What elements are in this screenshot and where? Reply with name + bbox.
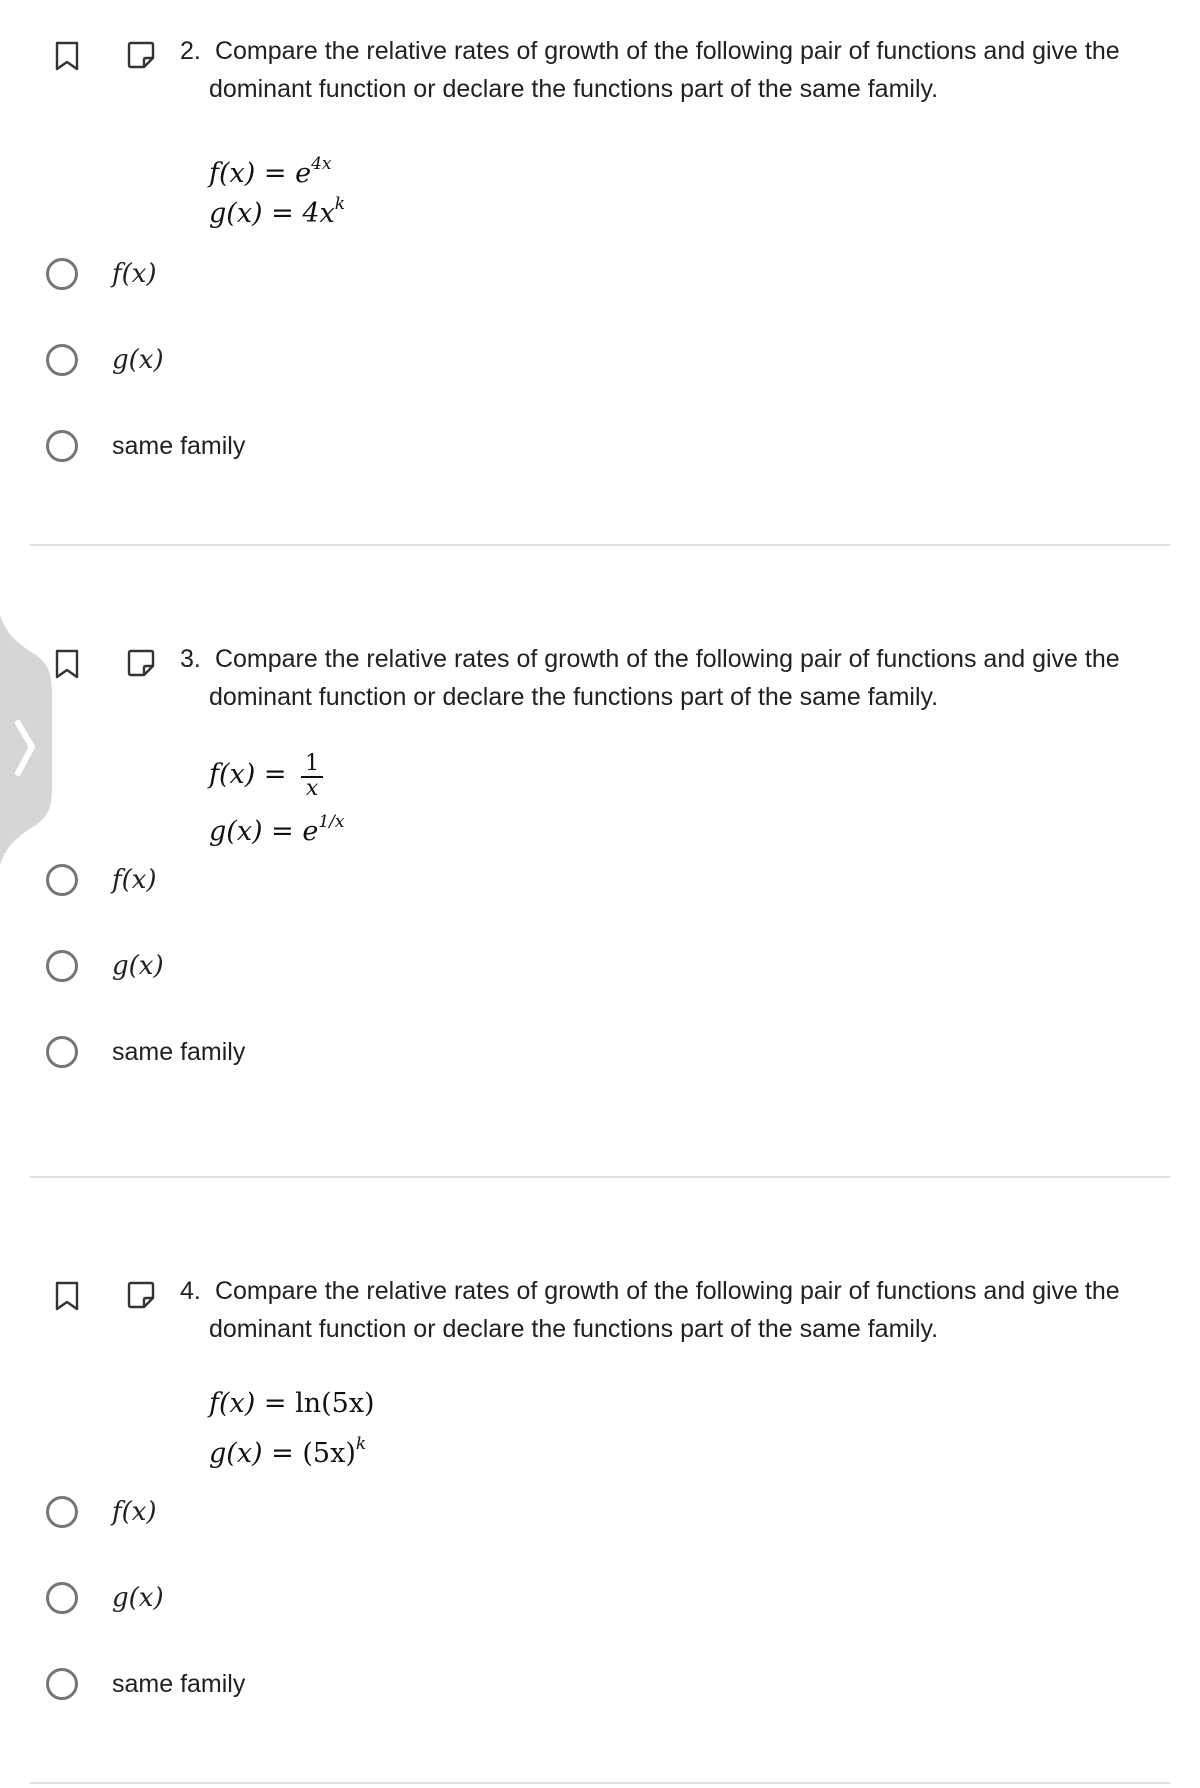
bookmark-icon[interactable] [54, 40, 80, 72]
radio-button[interactable] [46, 430, 78, 462]
radio-button[interactable] [46, 1668, 78, 1700]
radio-button[interactable] [46, 344, 78, 376]
f-exponent: 4x [311, 154, 332, 174]
option-g[interactable]: g(x) [46, 1576, 446, 1620]
question-divider [30, 1176, 1170, 1178]
option-same-family[interactable]: same family [46, 1030, 446, 1074]
option-label: f(x) [112, 1497, 157, 1527]
radio-button[interactable] [46, 1496, 78, 1528]
g-exponent: k [355, 1434, 367, 1454]
g-base: 4x [302, 198, 335, 229]
g-definition: g(x) = 4xk [209, 184, 346, 229]
function-definitions: f(x) = ln(5x) g(x) = (5x)k [209, 1384, 375, 1469]
g-definition: g(x) = e1/x [209, 802, 345, 847]
option-label: g(x) [112, 345, 164, 375]
option-label: g(x) [112, 1583, 164, 1613]
f-lhs: f(x) = [209, 759, 296, 790]
question-text-line2: dominant function or declare the functio… [209, 683, 939, 711]
g-lhs: g(x) = [209, 1438, 303, 1469]
question-header: 3. Compare the relative rates of growth … [0, 640, 1200, 720]
option-label: same family [112, 1669, 246, 1698]
g-definition: g(x) = (5x)k [209, 1424, 375, 1469]
option-label: g(x) [112, 951, 164, 981]
radio-button[interactable] [46, 1582, 78, 1614]
f-definition: f(x) = 1x [209, 748, 345, 802]
note-icon[interactable] [126, 40, 156, 70]
option-f[interactable]: f(x) [46, 858, 446, 902]
question-divider [30, 1782, 1170, 1784]
function-definitions: f(x) = 1x g(x) = e1/x [209, 748, 345, 847]
fraction-denominator: x [305, 775, 319, 801]
f-lhs: f(x) = [209, 1388, 296, 1419]
note-icon[interactable] [126, 648, 156, 678]
question-text-line2: dominant function or declare the functio… [209, 75, 939, 103]
question-number: 3. [180, 645, 201, 673]
option-label: f(x) [112, 865, 157, 895]
g-base: (5x) [302, 1438, 356, 1469]
radio-button[interactable] [46, 864, 78, 896]
option-label: same family [112, 1037, 246, 1066]
radio-button[interactable] [46, 258, 78, 290]
f-rhs: ln(5x) [295, 1388, 375, 1419]
bookmark-icon[interactable] [54, 1280, 80, 1312]
function-definitions: f(x) = e4x g(x) = 4xk [209, 144, 346, 229]
question-number: 2. [180, 37, 201, 65]
question-text-line1: Compare the relative rates of growth of … [214, 645, 1120, 673]
radio-button[interactable] [46, 1036, 78, 1068]
f-definition: f(x) = e4x [209, 144, 345, 189]
option-same-family[interactable]: same family [46, 424, 446, 468]
note-icon[interactable] [126, 1280, 156, 1310]
option-f[interactable]: f(x) [46, 1490, 446, 1534]
question-divider [30, 544, 1170, 546]
question-text: 2. Compare the relative rates of growth … [180, 32, 1170, 108]
question-text: 4. Compare the relative rates of growth … [180, 1272, 1170, 1348]
option-f[interactable]: f(x) [46, 252, 446, 296]
g-lhs: g(x) = [209, 198, 303, 229]
g-exponent: k [334, 194, 346, 214]
question-text: 3. Compare the relative rates of growth … [180, 640, 1170, 716]
option-label: f(x) [112, 259, 157, 289]
g-base: e [302, 816, 319, 847]
fraction: 1x [301, 751, 324, 801]
g-lhs: g(x) = [209, 816, 303, 847]
bookmark-icon[interactable] [54, 648, 80, 680]
question-header: 2. Compare the relative rates of growth … [0, 32, 1200, 112]
question-text-line1: Compare the relative rates of growth of … [214, 37, 1120, 65]
option-label: same family [112, 431, 246, 460]
question-text-line1: Compare the relative rates of growth of … [214, 1277, 1120, 1305]
radio-button[interactable] [46, 950, 78, 982]
question-text-line2: dominant function or declare the functio… [209, 1315, 939, 1343]
question-number: 4. [180, 1277, 201, 1305]
option-same-family[interactable]: same family [46, 1662, 446, 1706]
fraction-numerator: 1 [301, 751, 324, 778]
option-g[interactable]: g(x) [46, 338, 446, 382]
f-definition: f(x) = ln(5x) [209, 1384, 375, 1424]
question-header: 4. Compare the relative rates of growth … [0, 1272, 1200, 1352]
option-g[interactable]: g(x) [46, 944, 446, 988]
g-exponent: 1/x [318, 812, 345, 832]
